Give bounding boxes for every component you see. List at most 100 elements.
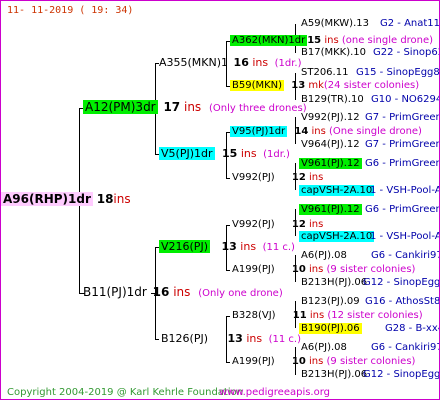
g2-ins: ins [240,240,257,253]
connector [226,270,230,271]
g2-node: V5(PJ)1dr 15 ins (1dr.) [159,147,290,161]
root-ins: ins [113,192,131,206]
g2-num: 15 [222,147,238,160]
g4-left: B123(PJ).09 [301,296,360,307]
g2-num: 13 [227,332,243,345]
g4-origin: G2 - Anat11Q [380,18,440,29]
g3-node: A199(PJ) 10 ins (9 sister colonies) [232,355,415,368]
g3-ins: ins [324,35,339,46]
g4-left: V964(PJ).12 [301,139,360,150]
g3-info: (one single drone) [341,35,434,46]
g3-num: 10 [291,356,306,367]
g3-ins: ins [309,310,325,321]
g1-ins: ins [183,100,202,114]
g3-ins: ins [309,356,324,367]
connector [226,225,230,226]
g2-node: B126(PJ) 13 ins (11 c.) [161,332,301,346]
g4-left: A6(PJ).08 [301,342,347,353]
g3-ins: ins [311,126,326,137]
pedigree-frame: { "date": "11- 11-2019 ( 19: 34)", "foot… [0,0,440,400]
g3-info: (12 sister colonies) [327,310,423,321]
g1-label: B11(PJ)1dr [83,285,147,299]
g2-node: V216(PJ) 13 ins (11 c.) [159,240,295,254]
g2-ins: ins [240,147,257,160]
g4-origin: G6 - PrimGreen00 [365,204,439,215]
connector [155,339,159,340]
g2-ins: ins [252,56,269,69]
g4-entry: capVSH-2A.10 [299,184,375,197]
g4-origin: G7 - PrimGreen00 [365,139,439,150]
g4-left: A6(PJ).08 [301,250,347,261]
g4-left: B190(PJ).06 [299,323,362,334]
g3-label: V992(PJ) [232,172,275,183]
g4-origin: G6 - Cankiri97Q [371,342,439,353]
g1-info: (Only one drone) [198,288,283,299]
g3-node: V95(PJ)1dr 14 ins (One single drone) [230,125,422,138]
g4-entry: ST206.11 [301,66,348,79]
g2-info: (11 c.) [268,334,301,345]
g4-entry: capVSH-2A.10 [299,230,375,243]
connector [226,362,230,363]
root-label: A96(RHP)1dr [1,192,93,206]
g3-node: A199(PJ) 10 ins (9 sister colonies) [232,263,415,276]
g4-entry: A6(PJ).08 [301,249,347,262]
g4-left: V961(PJ).12 [299,204,362,215]
copyright: Copyright 2004-2019 @ Karl Kehrle Founda… [7,387,244,398]
g4-left: B213H(PJ).06 [301,369,368,380]
g4-entry: B17(MKK).10 [301,46,366,59]
g1-num: 16 [152,285,170,299]
g4-left: A59(MKW).13 [301,18,369,29]
g4-left: capVSH-2A.10 [299,185,375,196]
g4-left: B17(MKK).10 [301,47,367,58]
g2-num: 13 [221,240,237,253]
g4-entry: V961(PJ).12 [299,157,362,170]
g4-left: capVSH-2A.10 [299,231,375,242]
g3-label: V95(PJ)1dr [230,126,288,137]
g4-entry: V961(PJ).12 [299,203,362,216]
g3-num: 13 [291,80,306,91]
g3-label: V992(PJ) [232,219,275,230]
g4-origin: G6 - Cankiri97Q [371,250,439,261]
g4-origin: G15 - SinopEgg86R [356,67,440,78]
g4-entry: V964(PJ).12 [301,138,360,151]
g4-origin: G7 - PrimGreen00 [365,112,439,123]
g3-info: (24 sister colonies) [323,80,420,91]
connector [226,178,230,179]
g4-origin: 1 - VSH-Pool-AR [370,231,439,242]
g4-origin: G10 - NO6294R [371,94,439,105]
g1-info: (Only three drones) [209,103,307,114]
connector [226,316,230,317]
g4-entry: B123(PJ).09 [301,295,360,308]
g4-origin: G6 - PrimGreen00 [365,158,439,169]
g1-num: 17 [163,100,181,114]
g4-origin: G22 - Sinop62R [373,47,439,58]
g3-ins: ins [309,264,324,275]
site-link[interactable]: www.pedigreeapis.org [219,386,330,399]
root-num: 18 [96,192,114,206]
g2-info: (11 c.) [262,242,295,253]
g4-entry: B213H(PJ).06 [301,368,367,381]
g3-num: 12 [291,172,306,183]
g4-origin: G28 - B-xx43 [385,323,439,334]
g2-ins: ins [246,332,263,345]
g4-left: B213H(PJ).06 [301,277,368,288]
g3-label: B328(VJ) [232,310,276,321]
g1-ins: ins [173,285,191,299]
g3-num: 10 [291,264,306,275]
g3-num: 12 [291,219,306,230]
g2-num: 16 [233,56,249,69]
g3-label: B59(MKN) [230,80,285,91]
g4-origin: 1 - VSH-Pool-AR [370,185,439,196]
g3-node: V992(PJ) 12 ins [232,171,323,184]
g4-origin: G16 - AthosSt80R [365,296,440,307]
g3-num: 15 [307,35,322,46]
date-stamp: 11- 11-2019 ( 19: 34) [7,5,134,16]
g3-node: B328(VJ) 11 ins (12 sister colonies) [232,309,423,322]
g2-label: V216(PJ) [159,240,210,253]
g4-left: ST206.11 [301,67,349,78]
g4-entry: V992(PJ).12 [301,111,360,124]
g4-left: V992(PJ).12 [301,112,360,123]
g3-label: A199(PJ) [232,356,275,367]
g4-left: B129(TR).10 [301,94,364,105]
g1-node: B11(PJ)1dr 16 ins (Only one drone) [83,286,283,300]
